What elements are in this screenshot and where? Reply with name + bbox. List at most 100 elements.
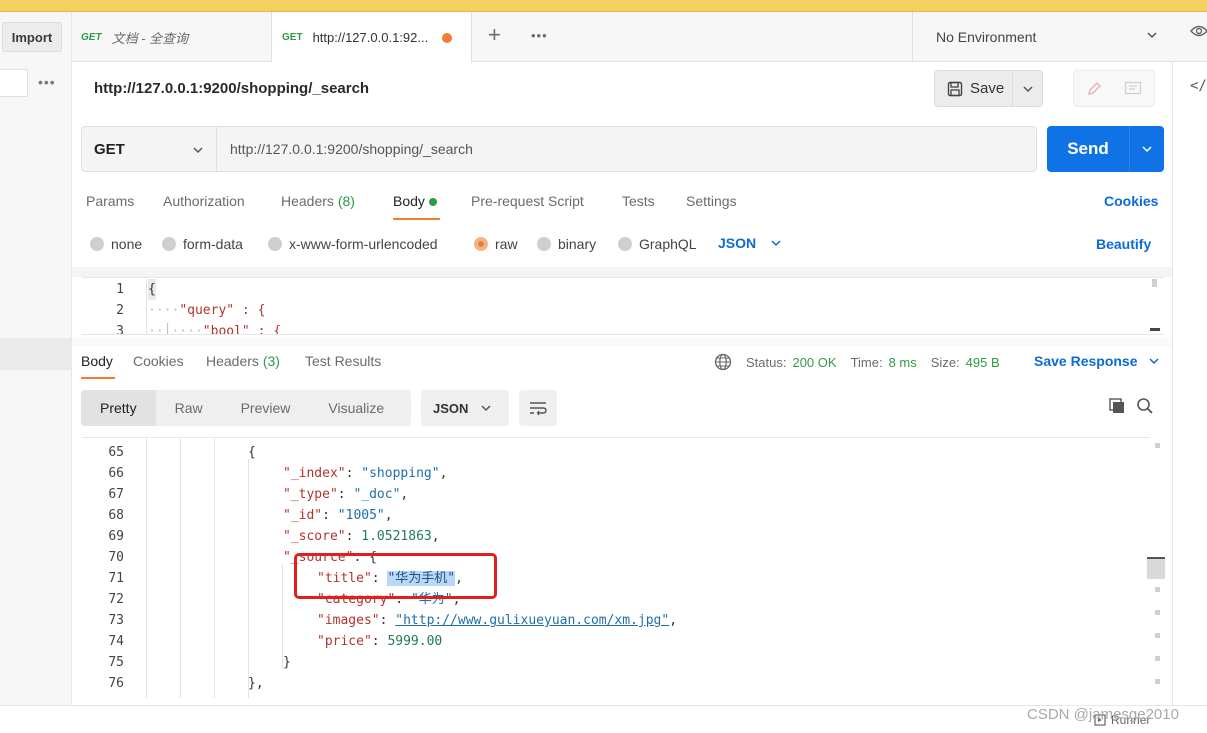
json-link-value[interactable]: "http://www.gulixueyuan.com/xm.jpg" (395, 613, 669, 628)
tab-label: 文档 - 全查询 (111, 30, 189, 46)
response-tab-headers[interactable]: Headers (3) (206, 353, 280, 369)
view-raw[interactable]: Raw (156, 390, 222, 426)
sidebar-selected-item[interactable] (0, 338, 72, 370)
editor-scrollbar[interactable] (1148, 278, 1162, 334)
scrollbar-thumb[interactable] (1147, 557, 1165, 579)
line-number: 76 (108, 676, 124, 691)
tab-body-label: Body (393, 193, 425, 209)
save-button[interactable]: Save (934, 70, 1013, 107)
wrap-lines-button[interactable] (519, 390, 557, 426)
tab-request-2[interactable]: GET http://127.0.0.1:92... (272, 12, 472, 63)
line-number: 67 (108, 487, 124, 502)
json-sep: : (345, 466, 362, 481)
line-number: 68 (108, 508, 124, 523)
save-response-button[interactable]: Save Response (1034, 353, 1160, 369)
unsaved-indicator-icon (442, 32, 453, 43)
json-end: , (439, 466, 448, 481)
json-key: "_id" (283, 508, 323, 523)
send-dropdown[interactable] (1129, 126, 1164, 172)
tab-authorization[interactable]: Authorization (163, 193, 245, 209)
view-pretty[interactable]: Pretty (81, 390, 156, 426)
code-line: }, (248, 676, 264, 691)
json-value: "shopping" (361, 466, 440, 481)
tab-request-1[interactable]: GET 文档 - 全查询 (72, 12, 272, 62)
indent-guide (248, 459, 249, 698)
response-tab-body[interactable]: Body (81, 353, 113, 369)
beautify-link[interactable]: Beautify (1096, 236, 1151, 252)
radio-none[interactable]: none (90, 236, 142, 252)
time-value: 8 ms (888, 354, 917, 370)
import-button[interactable]: Import (2, 22, 62, 52)
code-line: ··│····"bool" : { (148, 321, 281, 334)
tab-more-icon[interactable]: ••• (531, 28, 548, 43)
chevron-down-icon (1022, 85, 1033, 92)
view-visualize[interactable]: Visualize (309, 390, 403, 426)
send-button[interactable]: Send (1047, 126, 1129, 172)
radio-binary[interactable]: binary (537, 236, 596, 252)
code-snippet-icon[interactable]: </> (1190, 78, 1207, 94)
sidebar-more-icon[interactable]: ••• (38, 74, 56, 90)
sidebar-filter-box[interactable] (0, 69, 28, 97)
pencil-icon[interactable] (1086, 81, 1102, 97)
tab-params[interactable]: Params (86, 193, 134, 209)
globe-icon[interactable] (714, 353, 732, 371)
json-end: , (431, 529, 440, 544)
code-line: } (283, 655, 291, 670)
radio-label: raw (495, 236, 518, 252)
body-indicator-icon (428, 198, 437, 207)
radio-label: GraphQL (639, 236, 697, 252)
tab-headers[interactable]: Headers (8) (281, 193, 355, 209)
radio-graphql[interactable]: GraphQL (618, 236, 697, 252)
json-value: 5999.00 (387, 634, 443, 649)
code-line: "_index": "shopping", (283, 463, 447, 484)
request-body-editor[interactable]: 1 2 3 { ····"query" : { ··│····"bool" : … (82, 277, 1164, 335)
line-number: 66 (108, 466, 124, 481)
json-key: "_type" (283, 487, 338, 502)
radio-urlencoded[interactable]: x-www-form-urlencoded (268, 236, 438, 252)
copy-icon[interactable] (1108, 397, 1126, 415)
line-number: 65 (108, 445, 124, 460)
cookies-link[interactable]: Cookies (1104, 193, 1158, 209)
line-number: 74 (108, 634, 124, 649)
method-label: GET (94, 140, 125, 158)
response-tab-cookies[interactable]: Cookies (133, 353, 184, 369)
radio-raw[interactable]: raw (474, 236, 518, 252)
method-select[interactable]: GET (81, 126, 217, 172)
eye-icon[interactable] (1190, 24, 1207, 38)
active-tab-underline (393, 218, 440, 220)
environment-select[interactable]: No Environment (912, 12, 1174, 62)
tab-prerequest-script[interactable]: Pre-request Script (471, 193, 584, 209)
json-end: , (384, 508, 393, 523)
url-input[interactable]: http://127.0.0.1:9200/shopping/_search (217, 126, 1037, 172)
json-key: "price" (317, 634, 372, 649)
response-divider[interactable] (72, 337, 1172, 347)
response-tab-test-results[interactable]: Test Results (305, 353, 381, 369)
code-line: "price": 5999.00 (317, 631, 442, 652)
sidebar (0, 12, 72, 733)
view-preview[interactable]: Preview (222, 390, 310, 426)
radio-circle-icon (618, 237, 632, 251)
json-end: , (669, 613, 678, 628)
json-key: "_score" (283, 529, 346, 544)
response-body-viewer[interactable]: 65 66 67 68 69 70 71 72 73 74 75 76 { "_… (82, 437, 1150, 698)
tab-tests[interactable]: Tests (622, 193, 655, 209)
format-label: JSON (718, 235, 757, 251)
response-format-select[interactable]: JSON (421, 390, 509, 426)
save-dropdown[interactable] (1013, 70, 1043, 107)
tab-body[interactable]: Body (393, 193, 437, 209)
body-format-select[interactable]: JSON (718, 235, 782, 251)
line-number: 70 (108, 550, 124, 565)
new-tab-icon[interactable]: + (488, 22, 501, 48)
json-sep: : (345, 529, 362, 544)
tab-settings[interactable]: Settings (686, 193, 737, 209)
chevron-down-icon (193, 147, 203, 154)
response-format-label: JSON (433, 400, 469, 416)
chevron-down-icon (1148, 358, 1159, 365)
response-scrollbar[interactable] (1147, 437, 1165, 698)
search-icon[interactable] (1136, 397, 1154, 415)
comment-icon[interactable] (1124, 81, 1142, 97)
code-line: ····"query" : { (148, 303, 266, 318)
json-sep: : (322, 508, 338, 523)
tab-headers-label: Headers (281, 193, 334, 209)
radio-form-data[interactable]: form-data (162, 236, 243, 252)
